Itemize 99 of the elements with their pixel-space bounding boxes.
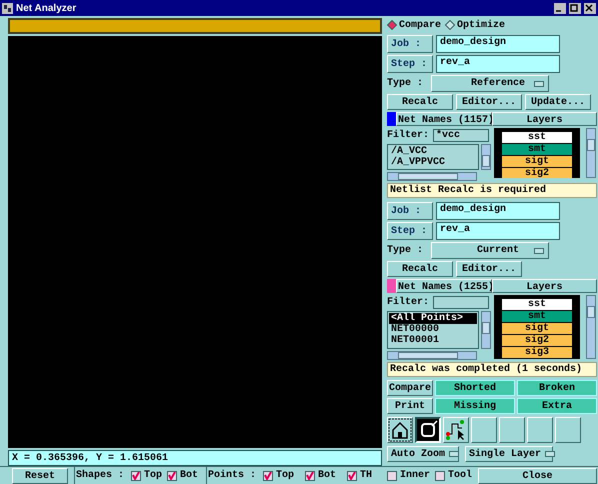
net-list[interactable]: <All Points> NET00000 NET00001 <box>387 311 479 349</box>
checkbox[interactable] <box>387 470 397 480</box>
dropdown-icon <box>534 80 544 86</box>
close-button[interactable]: Close <box>478 468 597 484</box>
job-button[interactable]: Job : <box>387 202 433 220</box>
radio-label: Optimize <box>457 18 506 32</box>
filter-label: Filter: <box>387 128 430 142</box>
net-item[interactable]: <All Points> <box>389 313 477 324</box>
layer-item[interactable]: sst <box>502 299 572 310</box>
checkbox[interactable] <box>263 470 274 480</box>
action-button[interactable]: Recalc <box>387 261 453 277</box>
action-button[interactable]: Editor... <box>456 94 522 110</box>
net-list[interactable]: /A_VCC /A_VPPVCC <box>387 144 479 170</box>
frame-icon <box>416 418 440 442</box>
layer-item[interactable]: sigt <box>502 323 572 334</box>
reset-button[interactable]: Reset <box>12 468 68 484</box>
net-names-tab[interactable]: Net Names (1255) <box>396 279 492 293</box>
checkbox[interactable] <box>435 470 446 480</box>
layers-tab[interactable]: Layers <box>492 279 597 293</box>
checkbox-label: Tool <box>448 468 472 483</box>
scrollbar[interactable] <box>481 144 491 170</box>
step-button[interactable]: Step : <box>387 222 433 240</box>
checkbox[interactable] <box>347 470 358 480</box>
action-button[interactable]: Editor... <box>456 261 522 277</box>
filter-button[interactable]: Broken <box>517 380 597 396</box>
tool-button[interactable] <box>387 417 413 443</box>
job-field[interactable]: demo_design <box>436 202 560 220</box>
filter-button[interactable]: Shorted <box>435 380 515 396</box>
job-field[interactable]: demo_design <box>436 35 560 53</box>
net-names-tab[interactable]: Net Names (1157) <box>396 112 492 126</box>
status-message: Netlist Recalc is required <box>387 183 597 198</box>
filter-field[interactable] <box>433 296 489 308</box>
app-icon <box>2 2 13 14</box>
action-button[interactable]: Recalc <box>387 94 453 110</box>
net-item[interactable]: NET00000 <box>389 324 477 335</box>
scrollbar[interactable] <box>387 351 477 360</box>
type-dropdown[interactable]: Reference <box>431 75 549 92</box>
checkbox-label: Inner <box>400 469 430 483</box>
filter-button[interactable]: Missing <box>435 398 515 414</box>
net-item[interactable]: /A_VPPVCC <box>389 157 477 168</box>
empty-tool-slot[interactable] <box>555 417 581 443</box>
type-label: Type : <box>387 244 424 258</box>
tool-button[interactable] <box>415 417 441 443</box>
scrollbar[interactable] <box>586 295 596 359</box>
maximize-icon[interactable] <box>569 2 581 14</box>
window-title: Net Analyzer <box>16 2 76 16</box>
empty-tool-slot[interactable] <box>499 417 525 443</box>
net-item[interactable]: NET00001 <box>389 335 477 346</box>
step-field[interactable]: rev_a <box>436 55 560 73</box>
group-label: Shapes : <box>76 468 124 483</box>
layer-item[interactable]: smt <box>502 144 572 155</box>
checkbox-label: Bot <box>180 469 198 483</box>
layer-item[interactable]: sigt <box>502 156 572 167</box>
checkbox[interactable] <box>167 470 178 480</box>
radio-label: Compare <box>399 18 442 32</box>
type-label: Type : <box>387 77 424 91</box>
radio-button[interactable] <box>445 20 456 30</box>
action-button[interactable]: Print <box>387 398 433 414</box>
action-button[interactable]: Compare <box>387 380 433 396</box>
layer-list[interactable]: sst smt sigt sig2 <box>494 128 580 178</box>
status-message: Recalc was completed (1 seconds) <box>387 362 597 377</box>
layer-item[interactable]: sig2 <box>502 168 572 178</box>
layer-item[interactable]: sig3 <box>502 347 572 358</box>
type-dropdown[interactable]: Current <box>431 242 549 259</box>
layer-item[interactable]: sst <box>502 132 572 143</box>
layers-tab[interactable]: Layers <box>492 112 597 126</box>
dropdown-icon <box>545 451 556 457</box>
action-button[interactable]: Update... <box>525 94 591 110</box>
group-label: Points : <box>208 468 256 483</box>
net-item[interactable]: /A_VCC <box>389 146 477 157</box>
layer-list[interactable]: sst smt sigt sig2 sig3 <box>494 295 580 359</box>
checkbox[interactable] <box>131 470 142 480</box>
step-field[interactable]: rev_a <box>436 222 560 240</box>
dropdown[interactable]: Single Layer <box>465 446 553 462</box>
radio-button[interactable] <box>387 20 397 30</box>
layer-item[interactable]: smt <box>502 311 572 322</box>
filter-field[interactable]: *vcc <box>433 128 489 142</box>
layer-item[interactable]: sig2 <box>502 335 572 346</box>
dropdown-icon <box>534 248 544 254</box>
dropdown[interactable]: Auto Zoom <box>387 446 459 462</box>
checkbox-label: Bot <box>318 469 336 483</box>
scrollbar[interactable] <box>481 311 491 349</box>
minimize-icon[interactable] <box>554 2 566 14</box>
house-icon <box>388 418 412 442</box>
step-button[interactable]: Step : <box>387 55 433 73</box>
checkbox-label: Top <box>276 469 294 483</box>
scrollbar[interactable] <box>387 172 477 181</box>
empty-tool-slot[interactable] <box>471 417 497 443</box>
dropdown-icon <box>449 451 460 457</box>
coordinates-field: X = 0.365396, Y = 1.615061 <box>8 450 382 466</box>
empty-tool-slot[interactable] <box>527 417 553 443</box>
checkbox[interactable] <box>305 470 316 480</box>
close-icon[interactable] <box>584 2 596 14</box>
job-button[interactable]: Job : <box>387 35 433 53</box>
filter-button[interactable]: Extra <box>517 398 597 414</box>
checkbox-label: TH <box>360 469 372 483</box>
filter-label: Filter: <box>387 296 430 310</box>
checkbox-label: Top <box>144 469 162 483</box>
scrollbar[interactable] <box>586 128 596 178</box>
